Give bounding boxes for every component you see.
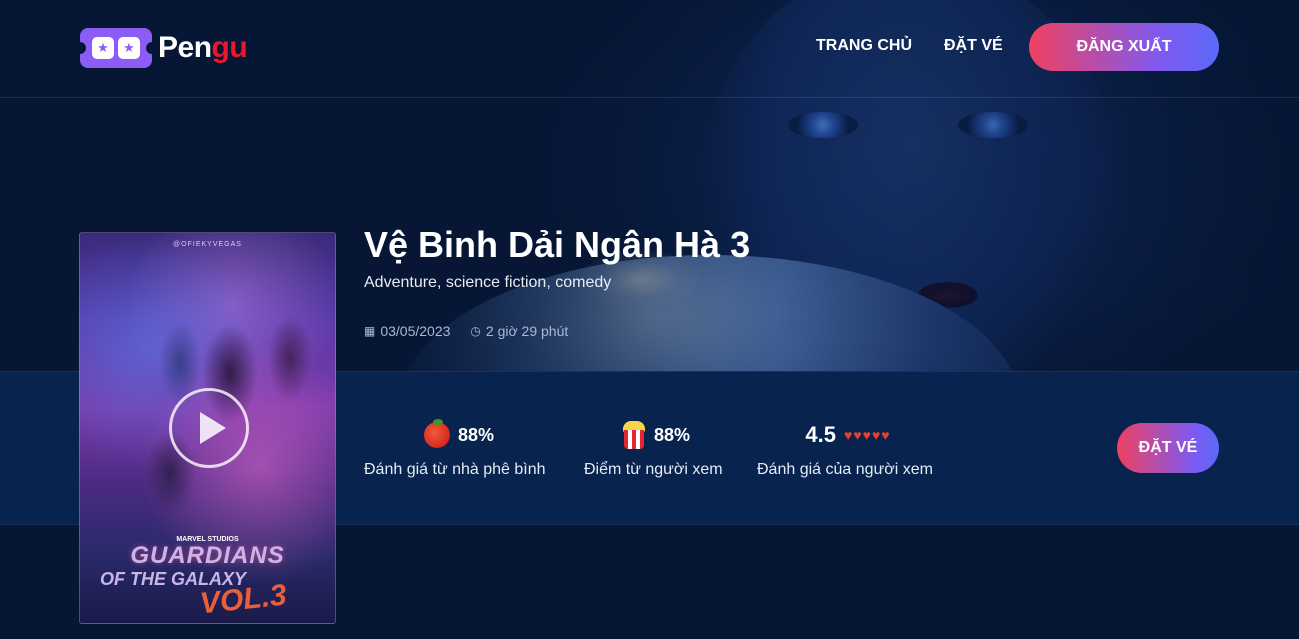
movie-meta: ▦ 03/05/2023 ◷ 2 giờ 29 phút <box>364 323 568 339</box>
user-rating: 4.5 ♥♥♥♥♥ Đánh giá của người xem <box>757 419 939 479</box>
star-icon: ★ <box>92 37 114 59</box>
popcorn-icon <box>622 421 646 449</box>
user-rating-label: Đánh giá của người xem <box>757 461 933 478</box>
nav-home-link[interactable]: TRANG CHỦ <box>816 37 912 55</box>
duration: ◷ 2 giờ 29 phút <box>470 323 568 339</box>
brand-name-accent: gu <box>211 31 248 64</box>
critics-score-value: 88% <box>457 424 495 445</box>
site-header: ★ ★ Pengu TRANG CHỦ ĐẶT VÉ ĐĂNG XUẤT <box>0 0 1299 98</box>
audience-score: 88% Điểm từ người xem <box>584 419 728 479</box>
play-icon <box>200 412 226 444</box>
release-date: ▦ 03/05/2023 <box>364 323 450 339</box>
poster-title-line1: GUARDIANS <box>130 542 285 569</box>
brand-name-main: Pen <box>158 31 212 64</box>
movie-genres: Adventure, science fiction, comedy <box>364 274 612 291</box>
critics-score-label: Đánh giá từ nhà phê bình <box>364 461 546 478</box>
user-rating-value: 4.5 <box>805 422 837 447</box>
duration-value: 2 giờ 29 phút <box>485 323 569 339</box>
audience-score-value: 88% <box>653 424 691 445</box>
tomato-icon <box>423 419 450 448</box>
calendar-icon: ▦ <box>364 324 376 338</box>
movie-title: Vệ Binh Dải Ngân Hà 3 <box>364 224 751 265</box>
poster-credit: @OFIEKYVEGAS <box>173 241 242 248</box>
audience-score-label: Điểm từ người xem <box>584 461 723 478</box>
movie-poster[interactable]: @OFIEKYVEGAS MARVEL STUDIOS GUARDIANS OF… <box>79 232 336 624</box>
release-date-value: 03/05/2023 <box>380 323 451 339</box>
clock-icon: ◷ <box>470 324 481 338</box>
play-trailer-button[interactable] <box>169 388 249 468</box>
critics-score: 88% Đánh giá từ nhà phê bình <box>364 419 554 479</box>
logo[interactable]: ★ ★ Pengu <box>74 28 248 68</box>
ticket-logo-icon: ★ ★ <box>74 28 158 68</box>
book-ticket-button[interactable]: ĐẶT VÉ <box>1117 423 1219 473</box>
logout-button[interactable]: ĐĂNG XUẤT <box>1029 23 1219 71</box>
brand-name: Pengu <box>158 31 248 65</box>
nav-book-link[interactable]: ĐẶT VÉ <box>944 37 1003 55</box>
star-icon: ★ <box>118 37 140 59</box>
heart-rating-icons: ♥♥♥♥♥ <box>844 427 891 443</box>
